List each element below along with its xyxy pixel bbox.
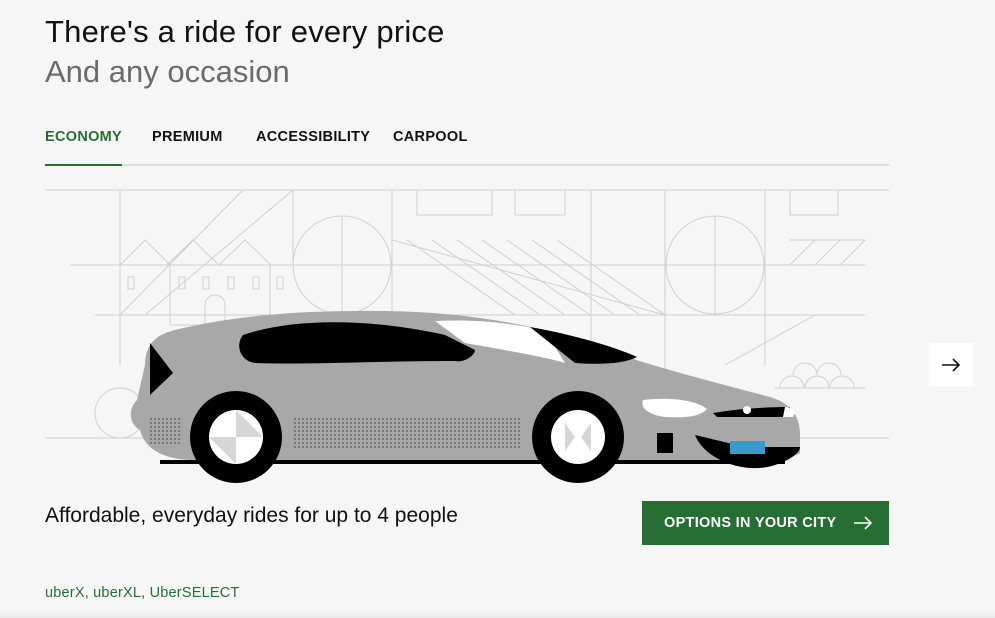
tab-economy[interactable]: ECONOMY [45,120,123,166]
separator: , [84,585,89,601]
tab-premium[interactable]: PREMIUM [152,120,223,164]
bottom-divider-shadow [0,610,995,618]
page-subtitle: And any occasion [45,54,290,89]
product-link-uberselect[interactable]: UberSELECT [150,585,240,601]
product-link-uberxl[interactable]: uberXL [93,585,141,601]
arrow-right-icon [942,358,961,372]
car-body [130,310,800,483]
options-in-your-city-button[interactable]: OPTIONS IN YOUR CITY [642,501,889,545]
cta-label: OPTIONS IN YOUR CITY [664,515,837,531]
category-description: Affordable, everyday rides for up to 4 p… [45,504,458,527]
separator: , [141,585,146,601]
next-slide-button[interactable] [929,343,973,387]
arrow-right-icon [854,516,873,530]
economy-car-illustration [45,185,889,485]
ride-category-tabs: ECONOMY PREMIUM ACCESSIBILITY CARPOOL [45,120,889,166]
product-link-uberx[interactable]: uberX [45,585,85,601]
car-illustration-svg [45,189,889,483]
product-links: uberX, uberXL, UberSELECT [45,585,239,601]
page-title: There's a ride for every price [45,14,445,49]
tab-accessibility[interactable]: ACCESSIBILITY [256,120,370,164]
tab-carpool[interactable]: CARPOOL [393,120,468,164]
